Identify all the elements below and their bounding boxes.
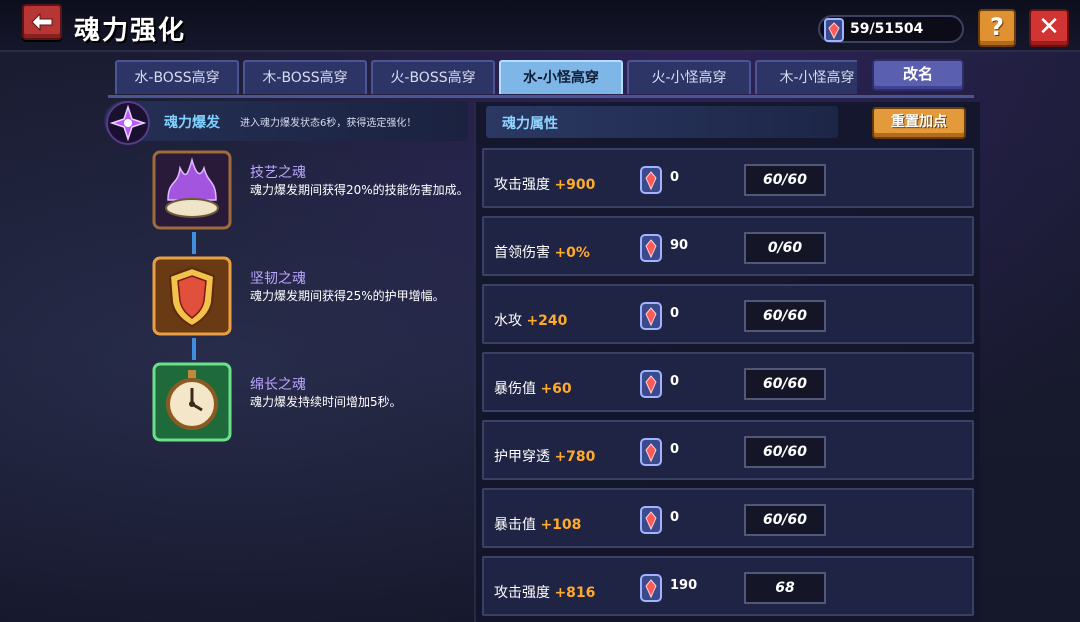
tab-water-mob[interactable]: 水-小怪高穿 xyxy=(499,60,623,94)
skill-item-toughness[interactable]: 坚韧之魂 魂力爆发期间获得25%的护甲增幅。 xyxy=(150,256,470,340)
skill-description: 魂力爆发期间获得25%的护甲增幅。 xyxy=(250,289,445,303)
attribute-bonus: +108 xyxy=(540,517,582,533)
attribute-name: 攻击强度 xyxy=(494,585,550,601)
attribute-row[interactable]: 暴击值 +108 0 60/60 xyxy=(482,488,974,548)
attribute-row[interactable]: 暴伤值 +60 0 60/60 xyxy=(482,352,974,412)
soul-burst-title: 魂力爆发 xyxy=(164,115,220,131)
attribute-cost: 0 xyxy=(670,374,680,389)
skill-name: 绵长之魂 xyxy=(250,377,306,393)
soul-burst-description: 进入魂力爆发状态6秒，获得选定强化！ xyxy=(240,118,417,129)
attribute-label: 暴击值 +108 xyxy=(494,514,581,534)
attribute-row[interactable]: 水攻 +240 0 60/60 xyxy=(482,284,974,344)
skill-item-technique[interactable]: 技艺之魂 魂力爆发期间获得20%的技能伤害加成。 xyxy=(150,150,470,234)
attribute-level: 60/60 xyxy=(744,504,826,536)
tab-water-boss[interactable]: 水-BOSS高穿 xyxy=(115,60,239,94)
attribute-level: 60/60 xyxy=(744,436,826,468)
soul-gem-icon xyxy=(824,18,844,42)
tab-fire-mob[interactable]: 火-小怪高穿 xyxy=(627,60,751,94)
attribute-title: 魂力属性 xyxy=(502,116,558,132)
soul-gem-icon xyxy=(640,166,662,194)
soul-gem-icon xyxy=(640,302,662,330)
attribute-level: 68 xyxy=(744,572,826,604)
attribute-row[interactable]: 攻击强度 +900 0 60/60 xyxy=(482,148,974,208)
page-title: 魂力强化 xyxy=(74,16,187,46)
attribute-level: 60/60 xyxy=(744,300,826,332)
attribute-cost: 0 xyxy=(670,306,680,321)
attribute-label: 攻击强度 +900 xyxy=(494,174,595,194)
tab-divider xyxy=(108,95,974,98)
reset-points-button[interactable]: 重置加点 xyxy=(872,107,966,139)
attribute-name: 攻击强度 xyxy=(494,177,550,193)
tab-fire-boss[interactable]: 火-BOSS高穿 xyxy=(371,60,495,94)
skill-connector xyxy=(192,338,196,360)
attribute-name: 水攻 xyxy=(494,313,522,329)
currency-value: 59/51504 xyxy=(850,21,924,37)
game-screen: 魂力强化 59/51504 ? ✕ 水-BOSS高穿 木-BOSS高穿 火-BO… xyxy=(0,0,1080,622)
soul-gem-icon xyxy=(640,438,662,466)
attribute-name: 暴伤值 xyxy=(494,381,536,397)
attribute-name: 暴击值 xyxy=(494,517,536,533)
purple-flame-icon xyxy=(152,150,232,230)
soul-gem-icon xyxy=(640,234,662,262)
attribute-bonus: +240 xyxy=(526,313,568,329)
attribute-row[interactable]: 首领伤害 +0% 90 0/60 xyxy=(482,216,974,276)
attribute-cost: 190 xyxy=(670,578,698,593)
attribute-row[interactable]: 护甲穿透 +780 0 60/60 xyxy=(482,420,974,480)
attribute-header: 魂力属性 xyxy=(486,106,838,138)
skill-connector xyxy=(192,232,196,254)
attribute-bonus: +780 xyxy=(554,449,596,465)
attribute-name: 护甲穿透 xyxy=(494,449,550,465)
attribute-level: 60/60 xyxy=(744,164,826,196)
attribute-cost: 90 xyxy=(670,238,689,253)
build-tabs: 水-BOSS高穿 木-BOSS高穿 火-BOSS高穿 水-小怪高穿 火-小怪高穿… xyxy=(115,60,857,96)
tab-wood-mob[interactable]: 木-小怪高穿 xyxy=(755,60,857,94)
soul-gem-icon xyxy=(640,370,662,398)
attribute-label: 攻击强度 +816 xyxy=(494,582,595,602)
attribute-bonus: +60 xyxy=(540,381,572,397)
skill-description: 魂力爆发持续时间增加5秒。 xyxy=(250,395,402,409)
soul-gem-icon xyxy=(640,574,662,602)
attribute-bonus: +816 xyxy=(554,585,596,601)
soul-burst-icon xyxy=(106,101,150,145)
attribute-name: 首领伤害 xyxy=(494,245,550,261)
soul-burst-header: 魂力爆发 进入魂力爆发状态6秒，获得选定强化！ xyxy=(104,101,468,145)
skill-item-endurance[interactable]: 绵长之魂 魂力爆发持续时间增加5秒。 xyxy=(150,362,470,446)
tab-wood-boss[interactable]: 木-BOSS高穿 xyxy=(243,60,367,94)
shield-icon xyxy=(152,256,232,336)
attribute-label: 首领伤害 +0% xyxy=(494,242,590,262)
attribute-level: 60/60 xyxy=(744,368,826,400)
top-bar: 魂力强化 59/51504 ? ✕ xyxy=(0,0,1080,52)
stopwatch-icon xyxy=(152,362,232,442)
help-button[interactable]: ? xyxy=(978,9,1016,47)
skill-description: 魂力爆发期间获得20%的技能伤害加成。 xyxy=(250,183,469,197)
attribute-row[interactable]: 攻击强度 +816 190 68 xyxy=(482,556,974,616)
arrow-left-icon xyxy=(31,12,53,32)
soul-gem-icon xyxy=(640,506,662,534)
soul-currency-display: 59/51504 xyxy=(818,15,964,43)
attribute-cost: 0 xyxy=(670,442,680,457)
attribute-label: 水攻 +240 xyxy=(494,310,567,330)
skill-name: 技艺之魂 xyxy=(250,165,306,181)
back-button[interactable] xyxy=(22,4,62,40)
attribute-bonus: +900 xyxy=(554,177,596,193)
rename-button[interactable]: 改名 xyxy=(872,59,964,91)
attribute-cost: 0 xyxy=(670,170,680,185)
attribute-label: 护甲穿透 +780 xyxy=(494,446,595,466)
close-button[interactable]: ✕ xyxy=(1029,9,1069,47)
attribute-level: 0/60 xyxy=(744,232,826,264)
skill-name: 坚韧之魂 xyxy=(250,271,306,287)
attribute-bonus: +0% xyxy=(554,245,590,261)
attribute-label: 暴伤值 +60 xyxy=(494,378,572,398)
attribute-cost: 0 xyxy=(670,510,680,525)
